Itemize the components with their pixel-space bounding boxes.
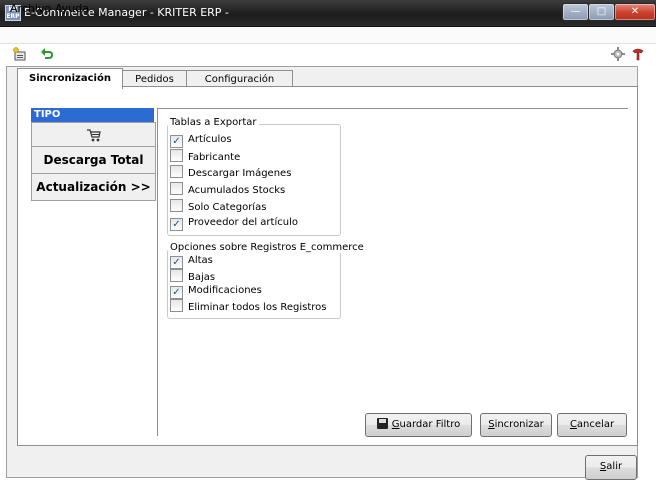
tab-label: Sincronización <box>29 73 111 84</box>
checkbox-descargar-imagenes[interactable]: Descargar Imágenes <box>170 165 291 179</box>
tool-icon[interactable] <box>631 47 645 61</box>
close-window-button[interactable]: ✕ <box>614 3 656 21</box>
checkbox-box[interactable]: ✓ <box>170 135 183 148</box>
checkbox-label: Artículos <box>188 134 232 145</box>
button-label: alir <box>606 461 623 472</box>
sincronizar-button[interactable]: Sincronizar <box>480 413 552 437</box>
menu-bar <box>0 27 656 44</box>
checkbox-box[interactable] <box>170 269 183 282</box>
checkbox-altas[interactable]: ✓ Altas <box>170 254 213 269</box>
sync-type-header: TIPO SINCRONIZACION <box>31 108 154 134</box>
tab-label: Pedidos <box>135 74 174 85</box>
checkbox-label: Altas <box>188 255 213 266</box>
actualizacion-button[interactable]: Actualización >> <box>31 173 156 201</box>
menu-archivo[interactable]: Archivo <box>10 2 51 15</box>
checkbox-solo-categorias[interactable]: Solo Categorías <box>170 199 266 213</box>
checkbox-proveedor-articulo[interactable]: ✓ Proveedor del artículo <box>170 216 298 231</box>
checkbox-box[interactable]: ✓ <box>170 256 183 269</box>
checkbox-label: Solo Categorías <box>188 202 267 213</box>
record-options-legend: Opciones sobre Registros E_commerce <box>168 242 366 253</box>
checkbox-acumulados-stocks[interactable]: Acumulados Stocks <box>170 182 285 196</box>
checkbox-box[interactable] <box>170 182 183 195</box>
new-record-icon[interactable] <box>12 47 26 61</box>
cart-icon <box>86 129 101 142</box>
checkbox-label: Acumulados Stocks <box>188 185 286 196</box>
cancelar-button[interactable]: Cancelar <box>557 413 627 437</box>
maximize-icon: □ <box>596 6 607 17</box>
minimize-button[interactable]: — <box>562 3 589 21</box>
checkbox-eliminar-registros[interactable]: Eliminar todos los Registros <box>170 299 326 313</box>
checkbox-box[interactable] <box>170 299 183 312</box>
maximize-button[interactable]: □ <box>588 3 615 21</box>
button-label: ancelar <box>576 419 615 430</box>
tab-sincronizacion[interactable]: Sincronización <box>17 68 123 89</box>
checkbox-label: Eliminar todos los Registros <box>188 302 327 313</box>
checkbox-box[interactable] <box>170 165 183 178</box>
checkbox-box[interactable]: ✓ <box>170 218 183 231</box>
export-tables-legend: Tablas a Exportar <box>168 117 259 128</box>
checkbox-box[interactable] <box>170 149 183 162</box>
checkbox-modificaciones[interactable]: ✓ Modificaciones <box>170 284 262 299</box>
checkbox-label: Modificaciones <box>188 285 262 296</box>
toolbar <box>0 44 656 66</box>
menu-ayuda[interactable]: Ayuda <box>55 2 89 15</box>
checkbox-bajas[interactable]: Bajas <box>170 269 215 283</box>
minimize-icon: — <box>570 6 581 17</box>
checkbox-articulos[interactable]: ✓ Artículos <box>170 133 232 148</box>
guardar-filtro-button[interactable]: Guardar Filtro <box>365 413 472 437</box>
descarga-total-button[interactable]: Descarga Total <box>31 146 156 174</box>
checkbox-label: Proveedor del artículo <box>188 217 298 228</box>
checkbox-label: Fabricante <box>188 152 241 163</box>
settings-gear-icon[interactable] <box>611 47 625 61</box>
refresh-arrow-icon[interactable] <box>40 47 54 61</box>
nav-cart-button[interactable] <box>31 122 156 148</box>
checkbox-box[interactable] <box>170 199 183 212</box>
checkbox-label: Bajas <box>188 272 216 283</box>
button-label: uardar Filtro <box>399 419 461 430</box>
floppy-disk-icon <box>376 418 388 429</box>
button-mnemonic: G <box>391 419 400 430</box>
salir-button[interactable]: Salir <box>585 455 637 480</box>
close-icon: ✕ <box>630 6 640 17</box>
checkbox-box[interactable]: ✓ <box>170 286 183 299</box>
button-label: incronizar <box>494 419 544 430</box>
checkbox-label: Descargar Imágenes <box>188 168 292 179</box>
button-mnemonic: C <box>569 419 577 430</box>
tab-label: Configuración <box>204 74 275 85</box>
checkbox-fabricante[interactable]: Fabricante <box>170 149 240 163</box>
